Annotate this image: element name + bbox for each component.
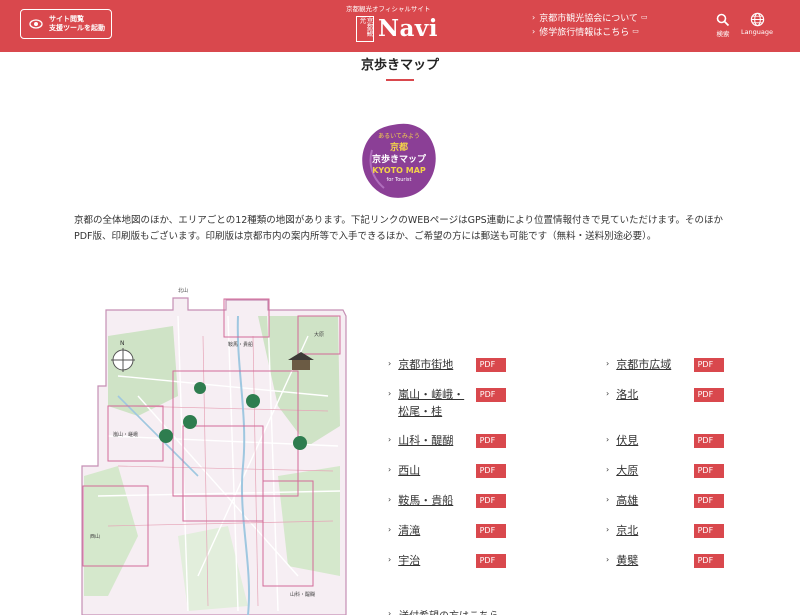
site-logo[interactable]: 京都観光オフィシャルサイト 京都観光 Navi bbox=[338, 3, 462, 47]
pdf-button[interactable]: PDF版 bbox=[475, 434, 506, 457]
intro-text: 京都の全体地図のほか、エリアごとの12種類の地図があります。下記リンクのWEBペ… bbox=[74, 215, 724, 242]
map-link-row: › 宇治 PDF版 bbox=[388, 552, 506, 577]
header-link-about[interactable]: › 京都市観光協会について ▭ bbox=[532, 10, 648, 24]
map-link[interactable]: 京都市街地 bbox=[398, 356, 475, 373]
map-link-row: › 高雄 PDF版 bbox=[606, 492, 724, 517]
map-link[interactable]: 京北 bbox=[616, 522, 693, 539]
map-link-row: › 京都市街地 PDF版 bbox=[388, 356, 506, 381]
accessibility-tool-label: サイト閲覧 支援ツールを起動 bbox=[49, 15, 105, 32]
chevron-right-icon: › bbox=[388, 435, 392, 444]
search-button[interactable]: 検索 bbox=[712, 12, 734, 38]
map-label-nishiyama: 西山 bbox=[90, 533, 100, 540]
map-link-row: › 山科・醍醐 PDF版 bbox=[388, 432, 506, 457]
logo-line1: 京都 bbox=[390, 141, 408, 153]
map-link[interactable]: 宇治 bbox=[398, 552, 475, 569]
map-link-row: › 大原 PDF版 bbox=[606, 462, 724, 487]
header-link-school-trip[interactable]: › 修学旅行情報はこちら ▭ bbox=[532, 24, 648, 38]
search-label: 検索 bbox=[716, 30, 730, 38]
chevron-right-icon: › bbox=[606, 389, 610, 398]
external-window-icon: ▭ bbox=[632, 27, 639, 35]
chevron-right-icon: › bbox=[388, 359, 392, 368]
globe-icon bbox=[740, 12, 774, 28]
logo-line2: 京歩きマップ bbox=[372, 153, 427, 165]
map-link[interactable]: 山科・醍醐 bbox=[398, 432, 475, 449]
language-button[interactable]: Language bbox=[740, 12, 774, 36]
map-link-row: › 鞍馬・貴船 PDF版 bbox=[388, 492, 506, 517]
accessibility-tool-button[interactable]: サイト閲覧 支援ツールを起動 bbox=[20, 9, 112, 39]
logo-line3: KYOTO MAP bbox=[372, 166, 426, 175]
header-link-about-label: 京都市観光協会について bbox=[539, 13, 638, 24]
language-label: Language bbox=[740, 28, 774, 36]
map-link-row: › 西山 PDF版 bbox=[388, 462, 506, 487]
chevron-right-icon: › bbox=[532, 12, 536, 22]
chevron-right-icon: › bbox=[606, 525, 610, 534]
map-link[interactable]: 伏見 bbox=[616, 432, 693, 449]
mail-request-label: 送付希望の方はこちら bbox=[399, 607, 499, 615]
map-link-row: › 京北 PDF版 bbox=[606, 522, 724, 547]
kyoto-map-logo: あるいてみよう 京都 京歩きマップ KYOTO MAP for Tourist bbox=[358, 120, 440, 202]
map-link-row: › 黄檗 PDF版 bbox=[606, 552, 724, 577]
pdf-button[interactable]: PDF版 bbox=[475, 554, 506, 577]
map-link-row: › 京都市広域 PDF版 bbox=[606, 356, 724, 381]
map-link-row: › 嵐山・嵯峨・松尾・桂 PDF版 bbox=[388, 386, 506, 420]
brand-subtitle: 京都観光オフィシャルサイト bbox=[346, 5, 431, 13]
pdf-button[interactable]: PDF版 bbox=[693, 388, 724, 411]
map-link[interactable]: 清滝 bbox=[398, 522, 475, 539]
title-underline bbox=[386, 79, 414, 81]
map-link-row: › 伏見 PDF版 bbox=[606, 432, 724, 457]
chevron-right-icon: › bbox=[388, 495, 392, 504]
map-link[interactable]: 黄檗 bbox=[616, 552, 693, 569]
search-icon bbox=[712, 12, 734, 28]
map-link[interactable]: 大原 bbox=[616, 462, 693, 479]
chevron-right-icon: › bbox=[606, 435, 610, 444]
chevron-right-icon: › bbox=[606, 555, 610, 564]
map-link-row: › 清滝 PDF版 bbox=[388, 522, 506, 547]
mail-request-link[interactable]: › 送付希望の方はこちら bbox=[388, 607, 499, 615]
chevron-right-icon: › bbox=[606, 359, 610, 368]
map-label-ohara: 大原 bbox=[314, 331, 324, 338]
map-link-row: › 洛北 PDF版 bbox=[606, 386, 724, 411]
pdf-button[interactable]: PDF版 bbox=[693, 464, 724, 487]
map-link[interactable]: 洛北 bbox=[616, 386, 693, 403]
chevron-right-icon: › bbox=[532, 26, 536, 36]
map-label-kitayama: 北山 bbox=[178, 287, 188, 294]
chevron-right-icon: › bbox=[388, 465, 392, 474]
logo-line4: for Tourist bbox=[387, 177, 412, 183]
header-links: › 京都市観光協会について ▭ › 修学旅行情報はこちら ▭ bbox=[532, 10, 648, 38]
map-link[interactable]: 嵐山・嵯峨・松尾・桂 bbox=[398, 386, 465, 420]
pdf-button[interactable]: PDF版 bbox=[475, 524, 506, 547]
chevron-right-icon: › bbox=[606, 495, 610, 504]
map-link[interactable]: 鞍馬・貴船 bbox=[398, 492, 475, 509]
external-window-icon: ▭ bbox=[640, 13, 648, 21]
pdf-button[interactable]: PDF版 bbox=[693, 358, 724, 381]
map-link[interactable]: 高雄 bbox=[616, 492, 693, 509]
pdf-button[interactable]: PDF版 bbox=[693, 494, 724, 517]
pdf-button[interactable]: PDF版 bbox=[475, 494, 506, 517]
brand-name: Navi bbox=[378, 15, 439, 42]
chevron-right-icon: › bbox=[606, 465, 610, 474]
chevron-right-icon: › bbox=[388, 525, 392, 534]
site-header: サイト閲覧 支援ツールを起動 京都観光オフィシャルサイト 京都観光 Navi ›… bbox=[0, 0, 800, 52]
pdf-button[interactable]: PDF版 bbox=[475, 388, 506, 411]
brand-seal: 京都観光 bbox=[356, 16, 374, 42]
map-link[interactable]: 西山 bbox=[398, 462, 475, 479]
chevron-right-icon: › bbox=[388, 555, 392, 564]
kyoto-area-map[interactable]: N 鞍馬・貴船 嵐山・嵯峨 西山 大原 山科・醍醐 北山 bbox=[78, 276, 350, 615]
chevron-right-icon: › bbox=[388, 389, 392, 398]
logo-top-text: あるいてみよう bbox=[378, 133, 420, 140]
map-label-kurama: 鞍馬・貴船 bbox=[228, 341, 253, 348]
svg-text:N: N bbox=[120, 340, 125, 347]
chevron-right-icon: › bbox=[388, 609, 392, 615]
eye-icon bbox=[29, 17, 43, 31]
pdf-button[interactable]: PDF版 bbox=[475, 358, 506, 381]
page-title: 京歩きマップ bbox=[360, 58, 439, 73]
pdf-button[interactable]: PDF版 bbox=[475, 464, 506, 487]
map-label-yamashina: 山科・醍醐 bbox=[290, 591, 315, 598]
map-link[interactable]: 京都市広域 bbox=[616, 356, 693, 373]
pdf-button[interactable]: PDF版 bbox=[693, 524, 724, 547]
header-link-school-trip-label: 修学旅行情報はこちら bbox=[539, 27, 630, 38]
pdf-button[interactable]: PDF版 bbox=[693, 554, 724, 577]
pdf-button[interactable]: PDF版 bbox=[693, 434, 724, 457]
map-label-arashiyama: 嵐山・嵯峨 bbox=[113, 431, 138, 438]
